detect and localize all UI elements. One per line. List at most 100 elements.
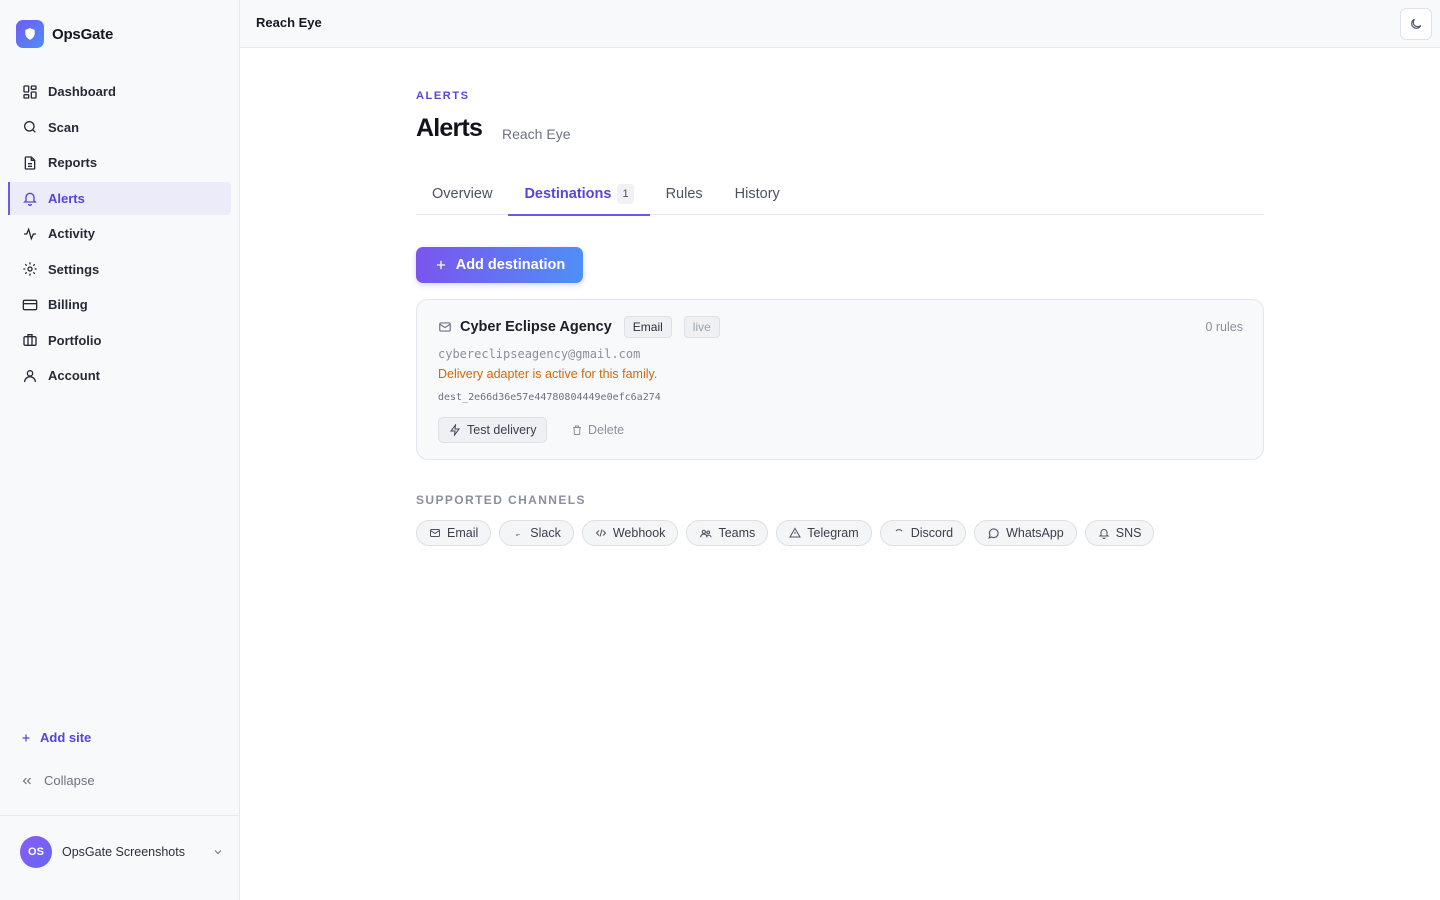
- sidebar-item-label: Settings: [48, 261, 100, 277]
- user-icon: [24, 369, 36, 382]
- tab-overview[interactable]: Overview: [416, 172, 508, 215]
- channel-label: Email: [447, 526, 479, 540]
- tab-count-badge: 1: [617, 183, 634, 204]
- destination-card: Cyber Eclipse Agency Email live 0 rules …: [416, 299, 1264, 460]
- sidebar-item-label: Reports: [48, 155, 98, 170]
- channel-slack[interactable]: Slack: [499, 520, 574, 546]
- sidebar-item-label: Alerts: [48, 190, 85, 206]
- channel-teams[interactable]: Teams: [686, 520, 769, 546]
- activity-icon: [24, 226, 36, 241]
- sidebar-item-label: Activity: [48, 226, 95, 241]
- send-icon: [789, 527, 802, 538]
- page-eyebrow: ALERTS: [416, 90, 470, 102]
- channel-label: WhatsApp: [1006, 526, 1064, 540]
- page-title: Alerts: [416, 114, 483, 142]
- shield-logo-icon: [16, 20, 44, 48]
- sidebar-item-account[interactable]: Account: [8, 359, 231, 392]
- destination-header: Cyber Eclipse Agency Email live: [438, 316, 720, 338]
- discord-icon: [895, 529, 903, 532]
- sidebar-item-activity[interactable]: Activity: [8, 217, 231, 250]
- briefcase-icon: [23, 334, 37, 346]
- chat-icon: [988, 527, 999, 539]
- plus-icon: [22, 734, 30, 741]
- sidebar-item-billing[interactable]: Billing: [8, 288, 231, 321]
- sidebar-item-label: Account: [48, 368, 100, 383]
- gear-icon: [23, 262, 37, 276]
- account-name: OpsGate Screenshots: [62, 845, 185, 859]
- theme-toggle-button[interactable]: [1400, 8, 1432, 40]
- brand-name: OpsGate: [52, 25, 114, 43]
- destination-id: dest_2e66d36e57e44780804449e0efc6a274: [438, 392, 661, 403]
- channel-label: SNS: [1115, 526, 1142, 540]
- channel-label: Slack: [530, 526, 561, 540]
- test-delivery-button[interactable]: Test delivery: [438, 417, 548, 443]
- delete-label: Delete: [588, 423, 625, 437]
- file-text-icon: [24, 155, 36, 170]
- sidebar-item-scan[interactable]: Scan: [8, 111, 231, 144]
- bell-icon: [1098, 529, 1109, 539]
- destination-type-badge: Email: [623, 316, 672, 338]
- sidebar-nav: Dashboard Scan Reports Alerts Activity S…: [8, 75, 231, 395]
- destination-email: cybereclipseagency@gmail.com: [438, 347, 641, 361]
- add-destination-button[interactable]: Add destination: [416, 247, 583, 283]
- collapse-label: Collapse: [44, 773, 95, 788]
- zap-icon: [450, 424, 460, 436]
- supported-channels-heading: SUPPORTED CHANNELS: [416, 493, 586, 507]
- destination-rules-count: 0 rules: [1205, 320, 1243, 334]
- sidebar: OpsGate Dashboard Scan Reports Alerts Ac…: [0, 0, 240, 900]
- chevrons-left-icon: [22, 777, 31, 784]
- mail-icon: [439, 322, 451, 332]
- destination-status-badge: live: [683, 316, 720, 338]
- tab-history[interactable]: History: [719, 172, 796, 215]
- tab-label: Overview: [432, 185, 493, 202]
- page-subtitle: Reach Eye: [502, 126, 571, 142]
- destination-status-text: Delivery adapter is active for this fami…: [438, 367, 658, 381]
- channel-label: Telegram: [807, 526, 859, 540]
- channel-telegram[interactable]: Telegram: [776, 520, 872, 546]
- sidebar-item-label: Portfolio: [48, 332, 102, 348]
- add-site-label: Add site: [40, 730, 92, 745]
- sidebar-item-label: Scan: [48, 119, 80, 135]
- tab-rules[interactable]: Rules: [650, 172, 719, 215]
- channel-list: Email Slack Webhook Teams Telegram Disco…: [416, 520, 1155, 546]
- test-delivery-label: Test delivery: [467, 423, 537, 437]
- bell-icon: [23, 192, 37, 206]
- search-icon: [24, 121, 36, 133]
- plus-icon: [436, 260, 445, 270]
- delete-destination-button[interactable]: Delete: [571, 417, 624, 443]
- dashboard-icon: [23, 84, 37, 99]
- topbar-site-title: Reach Eye: [256, 15, 322, 30]
- destination-name: Cyber Eclipse Agency: [460, 319, 612, 335]
- slack-icon: [516, 534, 520, 536]
- account-switcher[interactable]: OS OpsGate Screenshots: [20, 836, 224, 868]
- mail-icon: [430, 529, 440, 537]
- code-icon: [595, 529, 607, 537]
- collapse-button[interactable]: Collapse: [20, 773, 95, 788]
- sidebar-item-dashboard[interactable]: Dashboard: [8, 75, 231, 108]
- sidebar-item-settings[interactable]: Settings: [8, 253, 231, 286]
- sidebar-item-reports[interactable]: Reports: [8, 146, 231, 179]
- channel-label: Teams: [718, 526, 756, 540]
- channel-webhook[interactable]: Webhook: [581, 520, 679, 546]
- add-destination-label: Add destination: [455, 257, 566, 273]
- users-icon: [700, 529, 712, 537]
- add-site-button[interactable]: Add site: [20, 730, 91, 745]
- chevron-down-icon: [214, 850, 222, 855]
- tab-label: Destinations: [524, 185, 612, 202]
- sidebar-item-label: Dashboard: [48, 84, 116, 99]
- channel-label: Discord: [910, 526, 954, 540]
- channel-email[interactable]: Email: [416, 520, 492, 546]
- tab-label: History: [734, 185, 780, 202]
- moon-icon: [1411, 18, 1422, 29]
- tab-destinations[interactable]: Destinations 1: [508, 172, 650, 216]
- trash-icon: [573, 425, 581, 435]
- channel-discord[interactable]: Discord: [879, 520, 967, 546]
- channel-sns[interactable]: SNS: [1084, 520, 1155, 546]
- sidebar-item-alerts[interactable]: Alerts: [8, 181, 231, 215]
- brand[interactable]: OpsGate: [16, 20, 113, 48]
- tab-bar: Overview Destinations 1 Rules History: [416, 172, 1264, 216]
- channel-whatsapp[interactable]: WhatsApp: [974, 520, 1077, 546]
- channel-label: Webhook: [612, 526, 666, 540]
- sidebar-divider: [0, 815, 239, 816]
- sidebar-item-portfolio[interactable]: Portfolio: [8, 324, 231, 357]
